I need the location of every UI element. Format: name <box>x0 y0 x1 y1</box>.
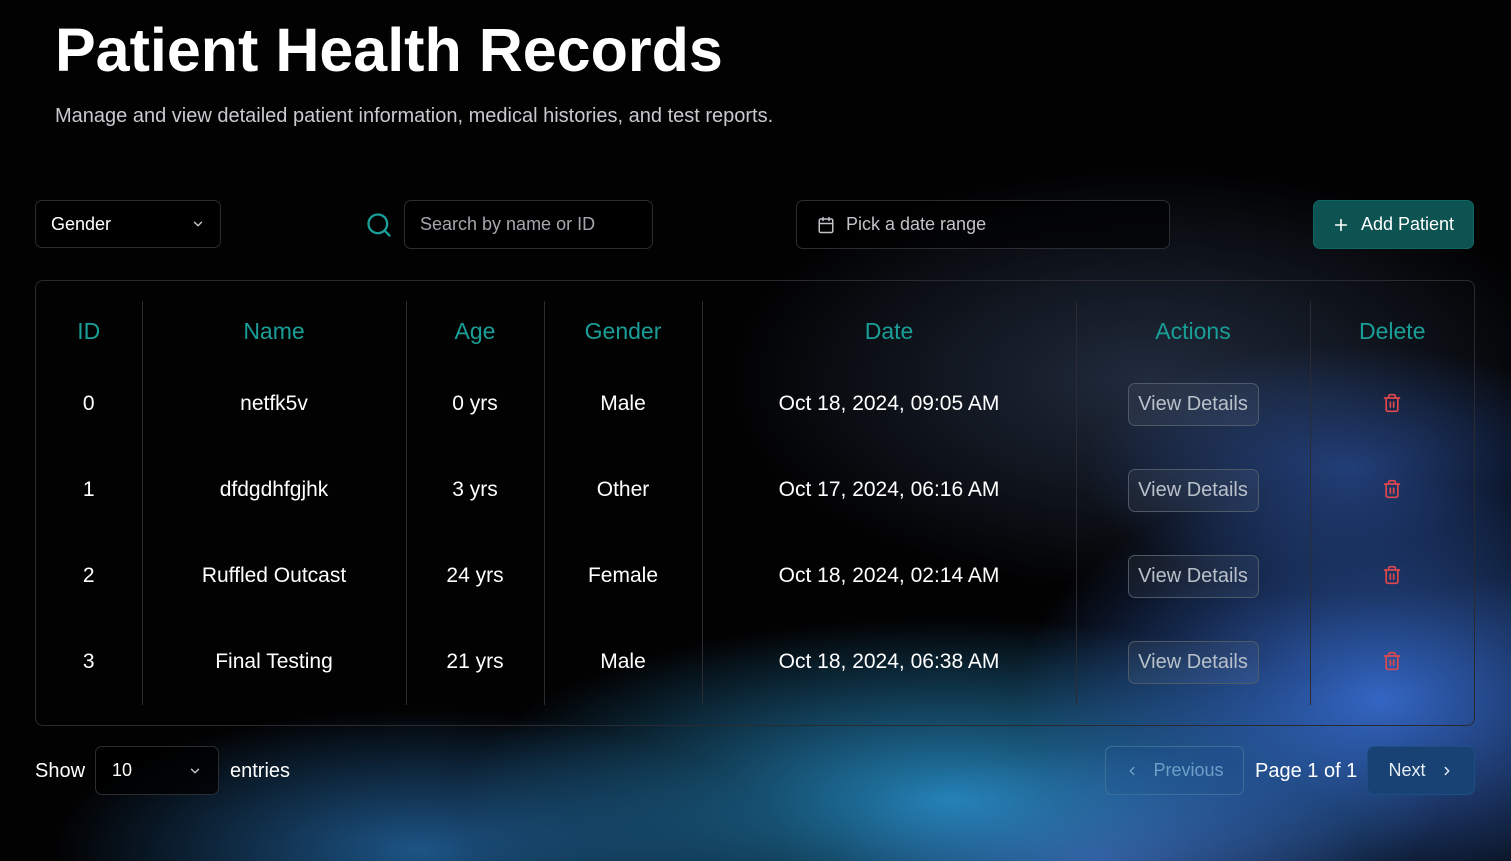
search-icon <box>365 211 393 239</box>
cell-gender: Other <box>543 447 702 533</box>
date-range-picker[interactable]: Pick a date range <box>796 200 1170 249</box>
add-patient-label: Add Patient <box>1360 214 1455 234</box>
view-details-button[interactable]: View Details <box>1127 640 1259 684</box>
column-header-delete: Delete <box>1309 301 1474 361</box>
cell-delete <box>1309 619 1474 705</box>
view-details-button[interactable]: View Details <box>1127 554 1259 598</box>
cell-actions: View Details <box>1075 533 1310 619</box>
gender-filter-value: Gender <box>51 213 112 234</box>
cell-date: Oct 18, 2024, 02:14 AM <box>701 533 1076 619</box>
chevron-right-icon <box>1440 764 1454 778</box>
view-details-button[interactable]: View Details <box>1127 382 1259 426</box>
previous-label: Previous <box>1153 760 1224 780</box>
cell-date: Oct 17, 2024, 06:16 AM <box>701 447 1076 533</box>
table-row: 3 Final Testing 21 yrs Male Oct 18, 2024… <box>36 619 1474 705</box>
next-label: Next <box>1388 760 1426 780</box>
table-row: 1 dfdgdhfgjhk 3 yrs Other Oct 17, 2024, … <box>36 447 1474 533</box>
chevron-down-icon <box>191 217 205 231</box>
patients-table: ID Name Age Gender Date Actions Delete 0… <box>36 301 1474 705</box>
next-page-button[interactable]: Next <box>1367 746 1475 795</box>
cell-delete <box>1309 361 1474 447</box>
table-header-row: ID Name Age Gender Date Actions Delete <box>36 301 1474 361</box>
trash-icon[interactable] <box>1378 647 1406 675</box>
table-row: 2 Ruffled Outcast 24 yrs Female Oct 18, … <box>36 533 1474 619</box>
cell-name: Final Testing <box>141 619 406 705</box>
entries-label: entries <box>230 760 291 782</box>
cell-date: Oct 18, 2024, 09:05 AM <box>701 361 1076 447</box>
cell-delete <box>1309 533 1474 619</box>
cell-id: 3 <box>82 650 95 673</box>
column-header-gender: Gender <box>543 301 702 361</box>
column-header-date: Date <box>701 301 1076 361</box>
show-label: Show <box>35 760 86 782</box>
cell-gender: Male <box>543 361 702 447</box>
cell-actions: View Details <box>1075 361 1310 447</box>
cell-actions: View Details <box>1075 447 1310 533</box>
page-indicator: Page 1 of 1 <box>1255 760 1358 782</box>
search-input[interactable] <box>404 200 653 249</box>
page-title: Patient Health Records <box>55 16 723 84</box>
cell-gender: Female <box>543 533 702 619</box>
trash-icon[interactable] <box>1378 561 1406 589</box>
cell-id: 2 <box>82 564 95 587</box>
cell-age: 3 yrs <box>405 447 544 533</box>
page-subtitle: Manage and view detailed patient informa… <box>55 105 774 127</box>
column-header-age: Age <box>405 301 544 361</box>
column-header-actions: Actions <box>1075 301 1310 361</box>
date-range-placeholder: Pick a date range <box>846 214 987 234</box>
column-header-id: ID <box>77 317 101 344</box>
cell-age: 24 yrs <box>405 533 544 619</box>
plus-icon <box>1333 217 1349 233</box>
trash-icon[interactable] <box>1378 389 1406 417</box>
column-header-name: Name <box>141 301 406 361</box>
table-row: 0 netfk5v 0 yrs Male Oct 18, 2024, 09:05… <box>36 361 1474 447</box>
cell-gender: Male <box>543 619 702 705</box>
cell-age: 0 yrs <box>405 361 544 447</box>
add-patient-button[interactable]: Add Patient <box>1313 200 1474 249</box>
cell-name: netfk5v <box>141 361 406 447</box>
entries-per-page-select[interactable]: 10 <box>95 746 219 795</box>
cell-actions: View Details <box>1075 619 1310 705</box>
calendar-icon <box>817 216 835 234</box>
cell-name: Ruffled Outcast <box>141 533 406 619</box>
cell-date: Oct 18, 2024, 06:38 AM <box>701 619 1076 705</box>
cell-name: dfdgdhfgjhk <box>141 447 406 533</box>
trash-icon[interactable] <box>1378 475 1406 503</box>
previous-page-button[interactable]: Previous <box>1105 746 1244 795</box>
cell-id: 0 <box>82 392 95 415</box>
cell-age: 21 yrs <box>405 619 544 705</box>
cell-delete <box>1309 447 1474 533</box>
gender-filter-select[interactable]: Gender <box>35 200 221 248</box>
patients-table-card: ID Name Age Gender Date Actions Delete 0… <box>35 280 1475 726</box>
view-details-button[interactable]: View Details <box>1127 468 1259 512</box>
cell-id: 1 <box>82 478 95 501</box>
entries-value: 10 <box>112 760 133 780</box>
chevron-down-icon <box>188 764 202 778</box>
page-header: Patient Health Records Manage and view d… <box>55 14 773 128</box>
chevron-left-icon <box>1125 764 1139 778</box>
